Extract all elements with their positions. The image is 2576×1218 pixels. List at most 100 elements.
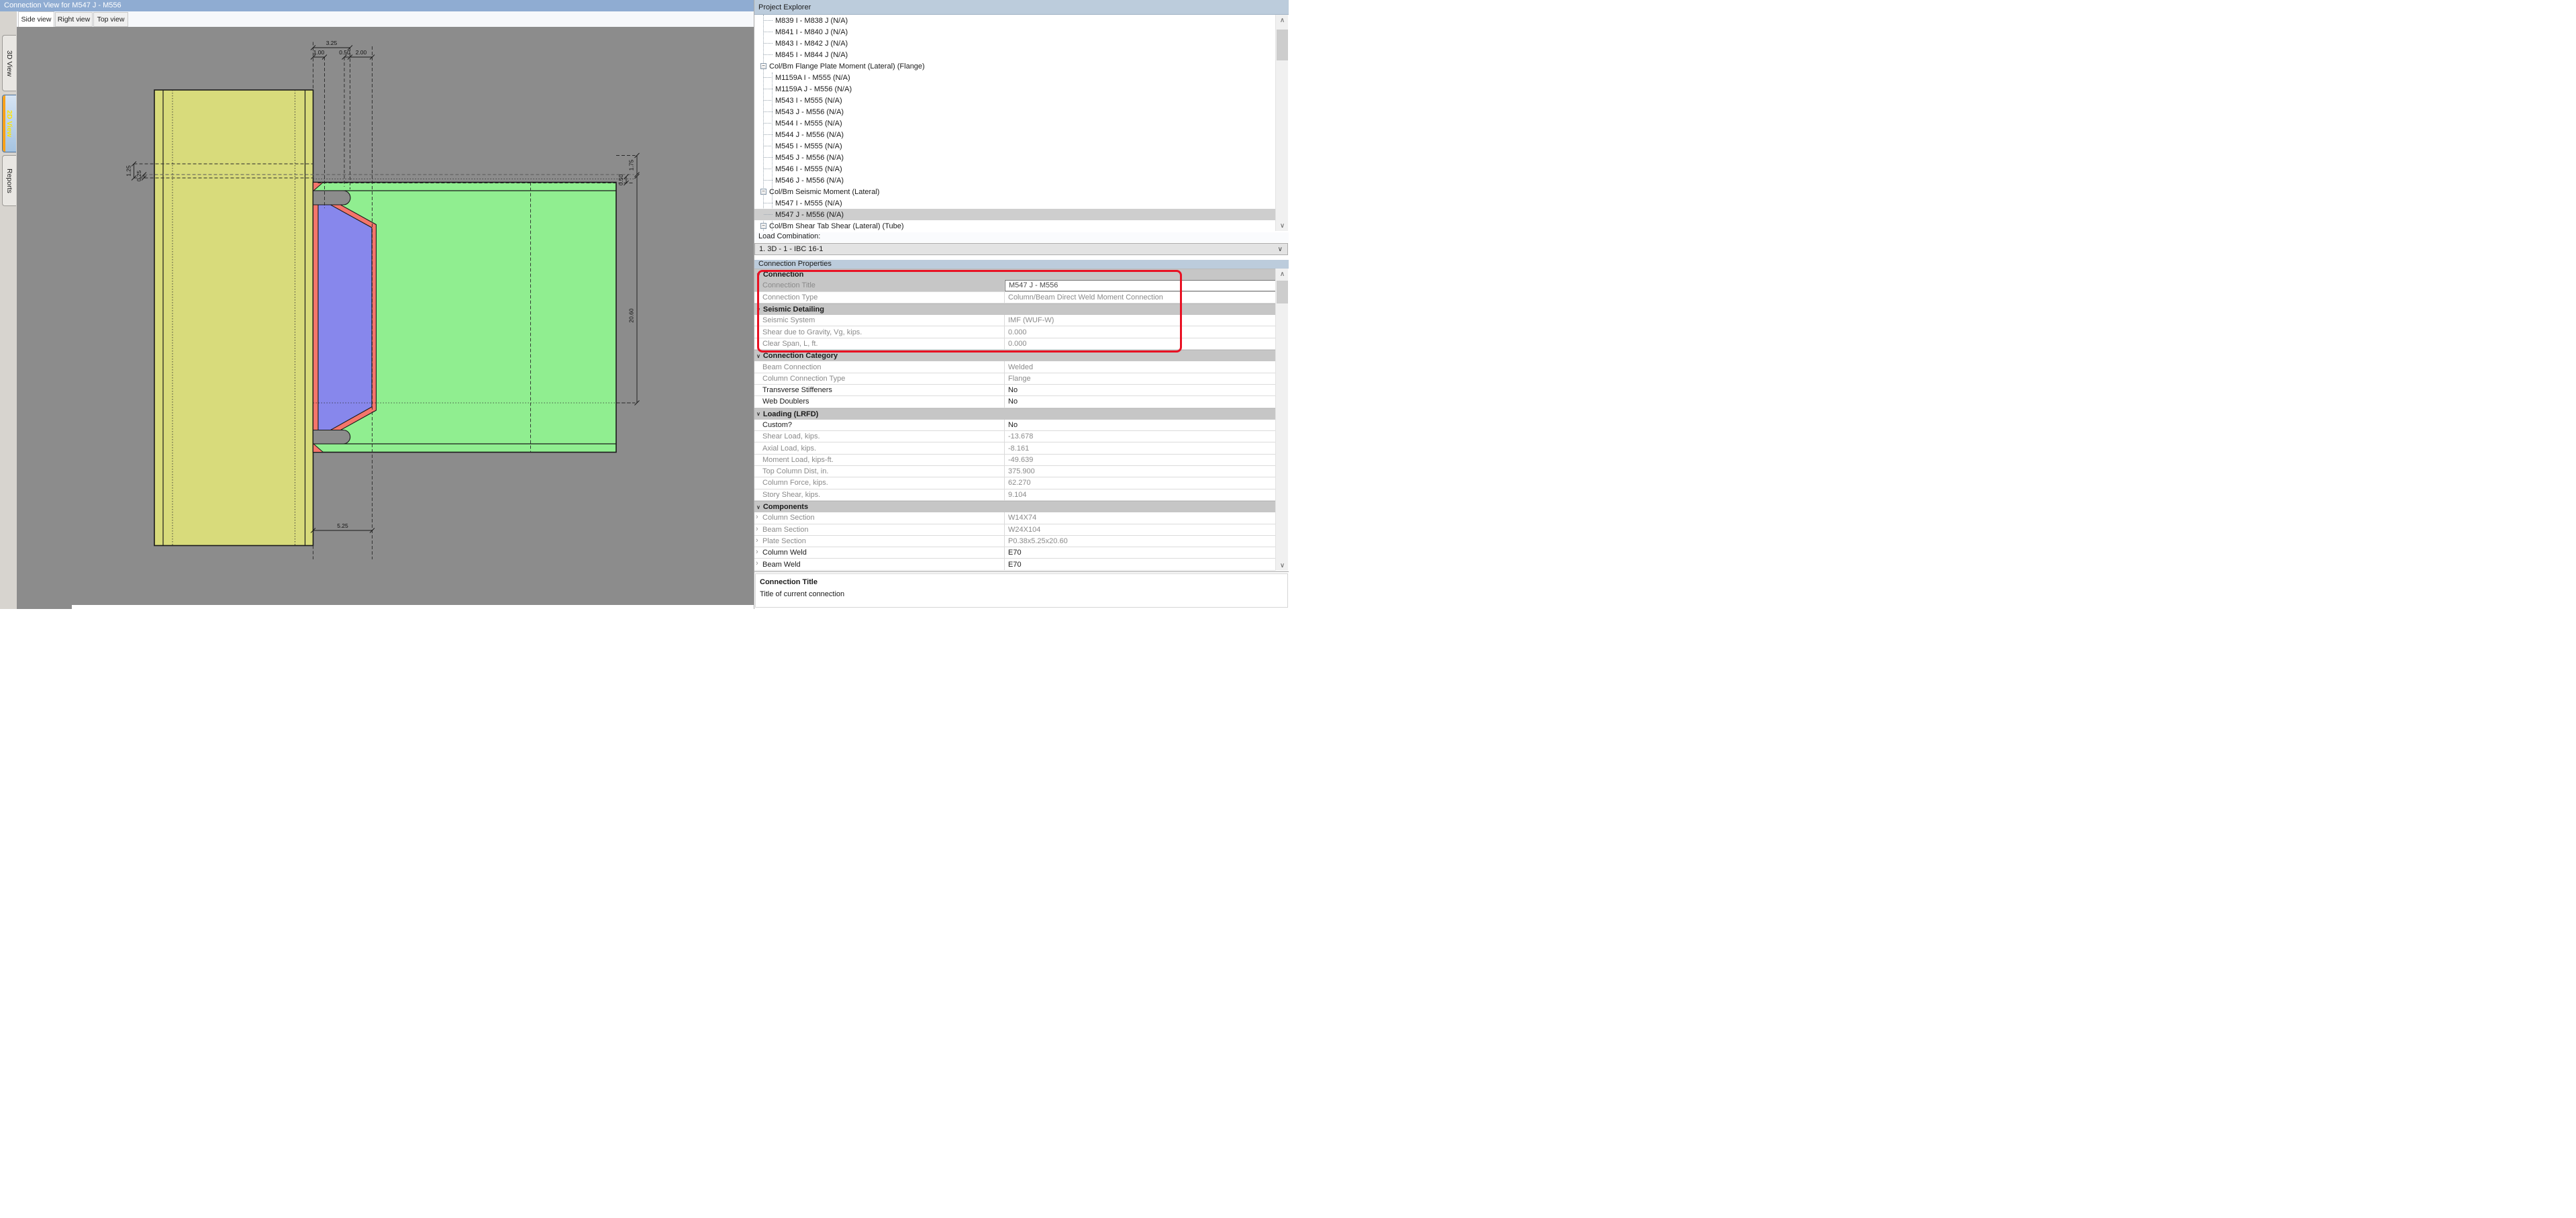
property-value[interactable]: -8.161 <box>1005 442 1276 453</box>
property-value[interactable]: No <box>1005 385 1276 395</box>
property-value[interactable]: No <box>1005 396 1276 407</box>
property-value[interactable]: IMF (WUF-W) <box>1005 315 1276 326</box>
project-tree[interactable]: M839 I - M838 J (N/A)M841 I - M840 J (N/… <box>754 15 1276 231</box>
drawing-canvas[interactable]: 3.25 1.00 0.50 2.00 1.25 0.25 1.75 0.50 … <box>17 27 754 609</box>
property-row[interactable]: Moment Load, kips-ft.-49.639 <box>754 455 1276 466</box>
tree-item[interactable]: M1159A J - M556 (N/A) <box>754 83 1276 95</box>
property-value[interactable]: 9.104 <box>1005 489 1276 500</box>
property-value[interactable]: 375.900 <box>1005 466 1276 477</box>
property-value[interactable]: 62.270 <box>1005 477 1276 488</box>
property-row[interactable]: Transverse StiffenersNo <box>754 385 1276 396</box>
property-value[interactable]: P0.38x5.25x20.60 <box>1005 536 1276 547</box>
property-row[interactable]: Beam ConnectionWelded <box>754 361 1276 373</box>
tree-item[interactable]: M546 I - M555 (N/A) <box>754 163 1276 175</box>
chevron-down-icon[interactable]: ∨ <box>756 353 760 359</box>
tree-scrollbar[interactable]: ∧ ∨ <box>1275 15 1288 231</box>
tree-item[interactable]: M544 I - M555 (N/A) <box>754 118 1276 129</box>
tree-item[interactable]: M546 J - M556 (N/A) <box>754 175 1276 186</box>
property-row[interactable]: ›Beam SectionW24X104 <box>754 524 1276 536</box>
property-value[interactable]: Column/Beam Direct Weld Moment Connectio… <box>1005 292 1276 303</box>
tree-item[interactable]: M545 I - M555 (N/A) <box>754 140 1276 152</box>
section-header-row[interactable]: ∨Seismic Detailing <box>754 303 1276 315</box>
property-row[interactable]: Shear due to Gravity, Vg, kips.0.000 <box>754 326 1276 338</box>
tree-item[interactable]: M544 J - M556 (N/A) <box>754 129 1276 140</box>
collapse-icon[interactable]: − <box>760 63 766 69</box>
chevron-down-icon[interactable]: ∨ <box>756 411 760 417</box>
expand-icon[interactable]: › <box>756 559 758 567</box>
property-value[interactable]: Flange <box>1005 373 1276 384</box>
property-row[interactable]: ›Beam WeldE70 <box>754 559 1276 570</box>
tree-group-item[interactable]: −Col/Bm Flange Plate Moment (Lateral) (F… <box>754 60 1276 72</box>
property-value[interactable]: -13.678 <box>1005 431 1276 442</box>
tree-item[interactable]: M1159A I - M555 (N/A) <box>754 72 1276 83</box>
tab-3d-view[interactable]: 3D View <box>2 35 16 91</box>
scrollbar-thumb[interactable] <box>1277 281 1288 303</box>
tree-item[interactable]: M547 I - M555 (N/A) <box>754 197 1276 209</box>
section-header-row[interactable]: ∨Connection Category <box>754 350 1276 361</box>
property-row[interactable]: Connection TitleM547 J - M556 <box>754 280 1276 291</box>
section-header-row[interactable]: ∨Connection <box>754 269 1276 280</box>
scroll-up-icon[interactable]: ∧ <box>1276 269 1289 279</box>
grid-scrollbar[interactable]: ∧ ∨ <box>1275 269 1288 571</box>
tree-item[interactable]: M547 J - M556 (N/A) <box>754 209 1276 220</box>
chevron-down-icon[interactable]: ∨ <box>756 504 760 510</box>
property-value[interactable]: M547 J - M556 <box>1005 280 1276 291</box>
property-value[interactable]: 0.000 <box>1005 326 1276 337</box>
collapse-icon[interactable]: − <box>760 223 766 229</box>
section-header-row[interactable]: ∨Loading (LRFD) <box>754 408 1276 420</box>
tab-reports[interactable]: Reports <box>2 155 16 206</box>
property-row[interactable]: Shear Load, kips.-13.678 <box>754 431 1276 442</box>
property-value[interactable]: W14X74 <box>1005 512 1276 523</box>
property-row[interactable]: Seismic SystemIMF (WUF-W) <box>754 315 1276 326</box>
property-value[interactable]: W24X104 <box>1005 524 1276 535</box>
tree-group-item[interactable]: −Col/Bm Seismic Moment (Lateral) <box>754 186 1276 197</box>
tab-side-view[interactable]: Side view <box>18 11 54 27</box>
scrollbar-thumb[interactable] <box>1277 30 1288 60</box>
load-combination-label: Load Combination: <box>754 232 1289 242</box>
property-value[interactable]: E70 <box>1005 559 1276 569</box>
horizontal-scroll-strip[interactable] <box>72 605 754 609</box>
property-row[interactable]: Story Shear, kips.9.104 <box>754 489 1276 501</box>
tree-group-item[interactable]: −Col/Bm Shear Tab Shear (Lateral) (Tube) <box>754 220 1276 231</box>
property-row[interactable]: ›Column WeldE70 <box>754 547 1276 559</box>
property-row[interactable]: ›Column SectionW14X74 <box>754 512 1276 524</box>
tree-item[interactable]: M543 I - M555 (N/A) <box>754 95 1276 106</box>
property-grid[interactable]: ∨ConnectionConnection TitleM547 J - M556… <box>754 269 1276 571</box>
chevron-down-icon[interactable]: ∨ <box>756 307 760 313</box>
expand-icon[interactable]: › <box>756 525 758 533</box>
load-combination-select[interactable]: 1. 3D - 1 - IBC 16-1 ∨ <box>754 243 1288 255</box>
tree-item[interactable]: M545 J - M556 (N/A) <box>754 152 1276 163</box>
tree-item[interactable]: M841 I - M840 J (N/A) <box>754 26 1276 38</box>
property-row[interactable]: Axial Load, kips.-8.161 <box>754 442 1276 454</box>
property-row[interactable]: Connection TypeColumn/Beam Direct Weld M… <box>754 292 1276 303</box>
scroll-down-icon[interactable]: ∨ <box>1276 560 1289 571</box>
tab-2d-view[interactable]: 2D View <box>2 95 16 152</box>
scroll-down-icon[interactable]: ∨ <box>1276 220 1289 231</box>
tab-right-view[interactable]: Right view <box>55 12 93 27</box>
property-row[interactable]: Top Column Dist, in.375.900 <box>754 466 1276 477</box>
tree-item[interactable]: M843 I - M842 J (N/A) <box>754 38 1276 49</box>
tab-top-view[interactable]: Top view <box>93 12 128 27</box>
property-row[interactable]: ›Plate SectionP0.38x5.25x20.60 <box>754 536 1276 547</box>
property-value[interactable]: -49.639 <box>1005 455 1276 465</box>
chevron-down-icon[interactable]: ∨ <box>756 272 760 278</box>
property-row[interactable]: Web DoublersNo <box>754 396 1276 408</box>
tree-item[interactable]: M839 I - M838 J (N/A) <box>754 15 1276 26</box>
property-row[interactable]: Column Force, kips.62.270 <box>754 477 1276 489</box>
property-value[interactable]: Welded <box>1005 361 1276 372</box>
property-value[interactable]: 0.000 <box>1005 338 1276 349</box>
property-value[interactable]: No <box>1005 420 1276 430</box>
tree-item[interactable]: M543 J - M556 (N/A) <box>754 106 1276 118</box>
property-label: Transverse Stiffeners <box>754 385 1005 395</box>
property-row[interactable]: Clear Span, L, ft.0.000 <box>754 338 1276 350</box>
expand-icon[interactable]: › <box>756 548 758 556</box>
property-value[interactable]: E70 <box>1005 547 1276 558</box>
expand-icon[interactable]: › <box>756 513 758 521</box>
property-row[interactable]: Column Connection TypeFlange <box>754 373 1276 385</box>
tree-item[interactable]: M845 I - M844 J (N/A) <box>754 49 1276 60</box>
scroll-up-icon[interactable]: ∧ <box>1276 15 1289 26</box>
section-header-row[interactable]: ∨Components <box>754 501 1276 512</box>
collapse-icon[interactable]: − <box>760 189 766 195</box>
expand-icon[interactable]: › <box>756 536 758 545</box>
property-row[interactable]: Custom?No <box>754 420 1276 431</box>
